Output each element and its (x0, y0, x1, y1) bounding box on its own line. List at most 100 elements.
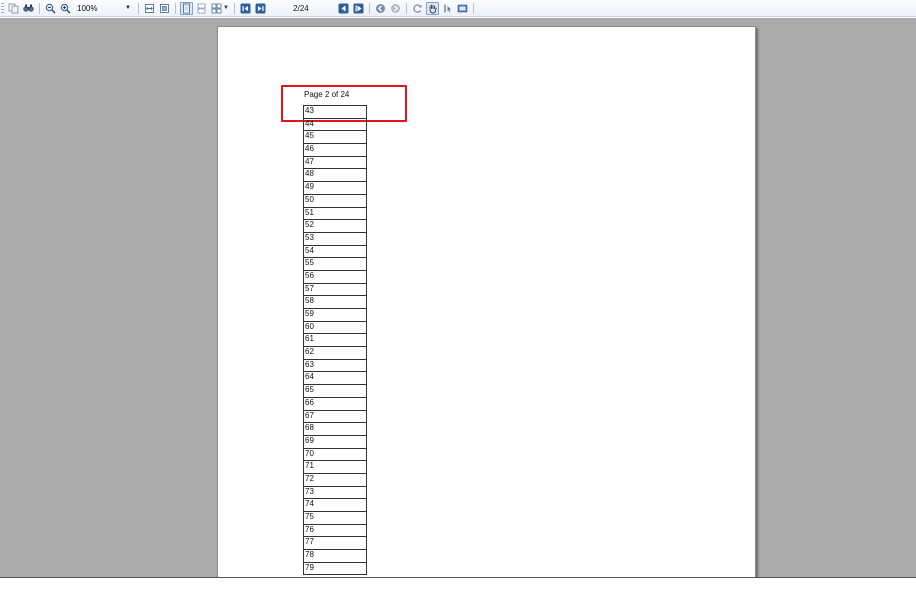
continuous-view-button[interactable] (195, 2, 208, 15)
find-button[interactable] (22, 2, 35, 15)
forward-button[interactable] (389, 2, 402, 15)
zoom-level-dropdown[interactable]: 100% ▼ (75, 2, 133, 14)
previous-page-button[interactable] (337, 2, 350, 15)
table-cell: 48 (303, 168, 367, 183)
toolbar-grip[interactable] (1, 2, 4, 14)
table-cell: 68 (303, 422, 367, 436)
table-row: 53 (303, 231, 367, 246)
table-row: 71 (303, 460, 367, 474)
copy-button[interactable] (7, 2, 20, 15)
table-row: 78 (303, 549, 367, 563)
table-cell: 55 (303, 257, 367, 271)
table-row: 51 (303, 206, 367, 221)
document-page: Page 2 of 24 43 44 45 46 47 48 49 50 51 52 53 54 55 5… (217, 26, 756, 578)
table-row: 69 (303, 434, 367, 449)
table-cell: 56 (303, 269, 367, 284)
table-cell: 64 (303, 371, 367, 386)
copy-icon (8, 3, 19, 13)
table-cell: 74 (303, 498, 367, 512)
table-cell: 78 (303, 549, 367, 563)
table-row: 59 (303, 308, 367, 322)
table-cell: 46 (303, 143, 367, 157)
table-row: 52 (303, 219, 367, 233)
chevron-down-icon: ▼ (125, 5, 131, 11)
table-row: 76 (303, 523, 367, 538)
table-row: 70 (303, 447, 367, 462)
table-cell: 76 (303, 523, 367, 538)
toolbar-separator (405, 2, 407, 14)
toolbar-separator (175, 2, 176, 14)
table-row: 61 (303, 333, 367, 348)
refresh-icon (413, 3, 422, 13)
table-cell: 60 (303, 320, 367, 335)
pan-tool-button[interactable] (425, 1, 439, 15)
table-row: 58 (303, 295, 367, 309)
table-cell: 50 (303, 193, 367, 208)
table-row: 43 (303, 105, 367, 119)
zoom-out-button[interactable] (44, 2, 57, 15)
table-cell: 54 (303, 244, 367, 259)
table-cell: 57 (303, 282, 367, 297)
fit-page-button[interactable] (158, 2, 171, 15)
pdf-viewer-window: 100% ▼ ▼ 2/24 Page 2 of 24 43 44 45 46 4… (0, 0, 916, 592)
multi-page-icon (211, 3, 222, 13)
toolbar-separator (39, 2, 40, 14)
last-page-icon (255, 3, 266, 13)
fit-width-button[interactable] (143, 2, 156, 15)
table-cell: 62 (303, 346, 367, 360)
table-row: 47 (303, 155, 367, 170)
table-cell: 72 (303, 472, 367, 487)
table-row: 63 (303, 358, 367, 373)
table-cell: 69 (303, 434, 367, 449)
table-row: 68 (303, 422, 367, 436)
toolbar: 100% ▼ ▼ 2/24 (0, 0, 916, 17)
table-cell: 47 (303, 155, 367, 170)
table-row: 44 (303, 117, 367, 132)
select-text-button[interactable] (441, 2, 454, 15)
zoom-in-button[interactable] (59, 2, 72, 15)
table-row: 79 (303, 561, 367, 576)
toolbar-separator (233, 2, 235, 14)
chevron-down-icon[interactable]: ▼ (223, 5, 229, 11)
pan-hand-icon (429, 4, 437, 13)
table-cell: 53 (303, 231, 367, 246)
last-page-button[interactable] (254, 2, 267, 15)
table-cell: 49 (303, 181, 367, 195)
fit-width-icon (145, 3, 154, 13)
table-cell: 73 (303, 485, 367, 500)
multi-page-view-button[interactable] (210, 2, 223, 15)
table-row: 74 (303, 498, 367, 512)
single-page-view-button[interactable] (180, 1, 193, 15)
continuous-page-icon (197, 3, 206, 13)
snapshot-icon (457, 4, 468, 12)
table-cell: 58 (303, 295, 367, 309)
table-row: 64 (303, 371, 367, 386)
table-row: 49 (303, 181, 367, 195)
select-text-icon (444, 4, 451, 12)
zoom-out-icon (45, 3, 56, 14)
first-page-icon (240, 3, 251, 13)
table-cell: 75 (303, 511, 367, 525)
first-page-button[interactable] (239, 2, 252, 15)
back-icon (375, 3, 385, 13)
table-row: 65 (303, 384, 367, 398)
table-cell: 52 (303, 219, 367, 233)
snapshot-button[interactable] (456, 2, 469, 15)
table-row: 72 (303, 472, 367, 487)
table-cell: 71 (303, 460, 367, 474)
status-strip (0, 577, 916, 592)
back-button[interactable] (374, 2, 387, 15)
document-viewport[interactable]: Page 2 of 24 43 44 45 46 47 48 49 50 51 52 53 54 55 5… (0, 18, 916, 578)
zoom-in-icon (60, 3, 71, 14)
table-row: 77 (303, 536, 367, 551)
refresh-button[interactable] (411, 2, 424, 15)
table-cell: 65 (303, 384, 367, 398)
table-cell: 77 (303, 536, 367, 551)
page-number-field[interactable]: 2/24 (270, 2, 332, 14)
table-row: 62 (303, 346, 367, 360)
find-icon (23, 4, 34, 12)
table-row: 45 (303, 130, 367, 145)
forward-icon (390, 3, 400, 13)
next-page-button[interactable] (352, 2, 365, 15)
table-row: 50 (303, 193, 367, 208)
